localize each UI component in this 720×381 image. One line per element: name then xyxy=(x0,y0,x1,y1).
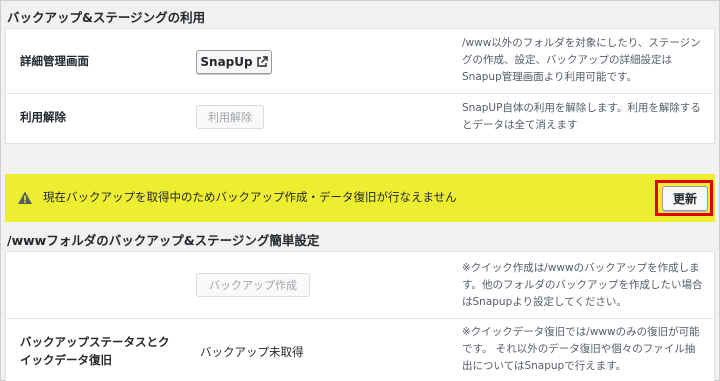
detail-management-desc: /www以外のフォルダを対象にしたり、ステージン グの作成、設定、バックアップの… xyxy=(462,37,701,83)
backup-staging-panel: 詳細管理画面 SnapUp /www以外のフォルダを対象にしたり、ステージン グ… xyxy=(5,28,715,144)
external-link-icon xyxy=(256,56,268,68)
detail-management-label: 詳細管理画面 xyxy=(20,54,89,68)
snapup-button-label: SnapUp xyxy=(200,55,253,69)
create-backup-button[interactable]: バックアップ作成 xyxy=(196,273,310,297)
row-backup-status: バックアップステータスとク イックデータ復旧 バックアップ未取得 ※クイックデー… xyxy=(6,319,714,381)
section-title-www-quick-setup: /wwwフォルダのバックアップ&ステージング簡単設定 xyxy=(7,233,320,248)
cancel-usage-button[interactable]: 利用解除 xyxy=(196,105,264,129)
warning-icon xyxy=(17,190,33,206)
backup-status-value: バックアップ未取得 xyxy=(200,345,304,359)
backup-in-progress-notice: 現在バックアップを取得中のためバックアップ作成・データ復旧が行なえません 更新 xyxy=(5,174,715,222)
row-create-backup: バックアップ作成 ※クイック作成は/wwwのバックアップを作成しま す。他のフォ… xyxy=(6,252,714,318)
row-cancel-usage: 利用解除 利用解除 SnapUP自体の利用を解除します。利用を解除する とデータ… xyxy=(6,94,714,144)
backup-status-label: バックアップステータスとク イックデータ復旧 xyxy=(20,335,170,367)
create-backup-desc: ※クイック作成は/wwwのバックアップを作成しま す。他のフォルダのバックアップ… xyxy=(462,262,703,308)
row-detail-management: 詳細管理画面 SnapUp /www以外のフォルダを対象にしたり、ステージン グ… xyxy=(6,29,714,93)
section-title-backup-staging: バックアップ&ステージングの利用 xyxy=(7,10,206,25)
www-quick-setup-panel: バックアップ作成 ※クイック作成は/wwwのバックアップを作成しま す。他のフォ… xyxy=(5,251,715,381)
cancel-usage-desc: SnapUP自体の利用を解除します。利用を解除する とデータは全て消えます xyxy=(462,102,701,131)
cancel-usage-label: 利用解除 xyxy=(20,110,66,124)
snapup-button[interactable]: SnapUp xyxy=(196,50,272,74)
backup-status-desc: ※クイックデータ復旧では/wwwのみの復旧が可能 です。 それ以外のデータ復旧や… xyxy=(462,326,700,372)
notice-text: 現在バックアップを取得中のためバックアップ作成・データ復旧が行なえません xyxy=(43,190,457,204)
update-button[interactable]: 更新 xyxy=(662,186,708,211)
